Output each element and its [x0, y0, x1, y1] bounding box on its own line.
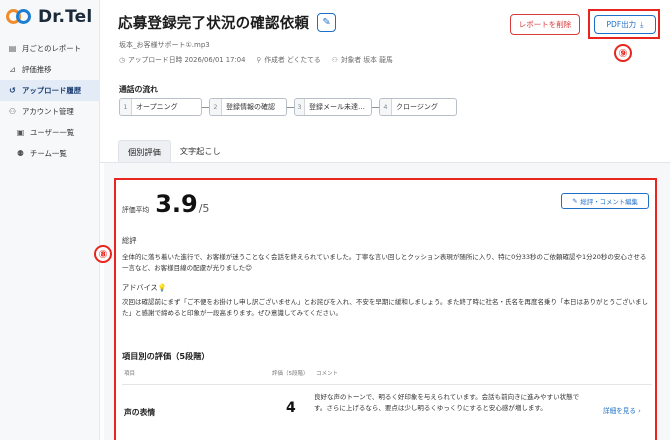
logo-icon	[6, 8, 34, 26]
brand-logo[interactable]: Dr.Tel	[6, 7, 92, 27]
document-icon: ▤	[8, 44, 17, 53]
flow-step[interactable]: 2 登録情報の確認	[209, 98, 287, 116]
summary-label: 総評	[122, 236, 137, 245]
tab-transcript[interactable]: 文字起こし	[171, 140, 230, 162]
sidebar-item-team-list[interactable]: ⚉ チーム一覧	[0, 143, 100, 164]
flow-step-number: 2	[210, 99, 222, 115]
sidebar-nav: ▤ 月ごとのレポート ⊿ 評価推移 ↺ アップロード履歴 ⚇ アカウント管理 ▣…	[0, 38, 100, 164]
target-person: ⚇ 対象者 坂本 龍馬	[331, 56, 393, 64]
sidebar-item-evaluation-trend[interactable]: ⊿ 評価推移	[0, 59, 100, 80]
title-row: 応募登録完了状況の確認依頼 ✎	[118, 12, 337, 33]
flow-step-number: 4	[380, 99, 392, 115]
sidebar-item-upload-history[interactable]: ↺ アップロード履歴	[0, 80, 100, 101]
sidebar-item-account-management[interactable]: ⚇ アカウント管理	[0, 101, 100, 122]
page-title: 応募登録完了状況の確認依頼	[118, 16, 310, 32]
sidebar-item-label: ユーザー一覧	[30, 128, 75, 137]
chart-icon: ⊿	[9, 65, 16, 74]
evaluation-panel: 評価平均 3.9 /5 ✎ 総評・コメント編集 総評 全体的に落ち着いた進行で、…	[114, 178, 657, 440]
report-meta: ◷ アップロード日時 2026/06/01 17:04 ⚲ 作成者 どくたてる ⚇ 対…	[119, 54, 393, 64]
person-icon: ⚲	[256, 56, 262, 64]
sidebar-item-label: アカウント管理	[22, 107, 74, 116]
user-card-icon: ▣	[16, 128, 25, 137]
history-icon: ↺	[9, 86, 16, 95]
sidebar-item-label: アップロード履歴	[22, 86, 82, 95]
pencil-icon: ✎	[322, 17, 331, 28]
flow-step-number: 1	[120, 99, 132, 115]
flow-step-label: オープニング	[136, 103, 178, 111]
flow-step[interactable]: 3 登録メール未達…	[294, 98, 372, 116]
view-details-link[interactable]: 詳細を見る ›	[603, 405, 641, 415]
annotation-badge-8: ⑧	[94, 245, 112, 263]
download-icon: ⤓	[640, 19, 644, 29]
flow-step-label: 登録メール未達…	[309, 103, 365, 111]
table-header-divider	[122, 384, 652, 385]
flow-step[interactable]: 1 オープニング	[119, 98, 202, 116]
advice-label: アドバイス💡	[122, 283, 167, 292]
team-icon: ⚉	[16, 149, 25, 158]
sidebar-item-user-list[interactable]: ▣ ユーザー一覧	[0, 122, 100, 143]
table-row-item-name: 声の表情	[124, 408, 156, 417]
average-value: 3.9	[155, 190, 198, 218]
average-score: 評価平均 3.9 /5	[122, 190, 209, 218]
edit-comment-button[interactable]: ✎ 総評・コメント編集	[561, 193, 649, 209]
target-person-icon: ⚇	[331, 56, 338, 64]
pdf-export-label: PDF出力	[606, 20, 637, 29]
flow-connector	[372, 106, 379, 108]
pdf-highlight-box: PDF出力 ⤓	[588, 9, 660, 39]
audio-filename: 坂本_お客様サポート①.mp3	[119, 41, 210, 49]
average-label: 評価平均	[122, 206, 150, 214]
sidebar-item-label: 評価推移	[22, 65, 52, 74]
annotation-badge-9: ⑨	[614, 44, 632, 62]
delete-report-button[interactable]: レポートを削除	[510, 14, 580, 35]
report-tabs: 個別評価 文字起こし	[118, 140, 230, 162]
sidebar-item-monthly-report[interactable]: ▤ 月ごとのレポート	[0, 38, 100, 59]
call-flow-title: 通話の流れ	[119, 85, 158, 94]
table-row-score: 4	[286, 400, 296, 416]
flow-step[interactable]: 4 クロージング	[379, 98, 457, 116]
flow-step-label: 登録情報の確認	[226, 103, 275, 111]
flow-connector	[202, 106, 209, 108]
sidebar-item-label: チーム一覧	[30, 149, 67, 158]
clock-icon: ◷	[119, 56, 125, 64]
column-header-comment: コメント	[316, 371, 339, 377]
sidebar-item-label: 月ごとのレポート	[22, 44, 82, 53]
flow-connector	[287, 106, 294, 108]
call-flow: 1 オープニング 2 登録情報の確認 3 登録メール未達… 4 クロージング	[119, 98, 457, 116]
upload-datetime: ◷ アップロード日時 2026/06/01 17:04	[119, 56, 246, 64]
edit-comment-label: 総評・コメント編集	[580, 197, 638, 206]
column-header-item: 項目	[124, 371, 136, 377]
author: ⚲ 作成者 どくたてる	[256, 56, 321, 64]
column-header-score: 評価（5段階）	[272, 371, 309, 377]
users-icon: ⚇	[8, 107, 17, 116]
advice-text: 次回は確認前にまず「ご不便をお掛けし申し訳ございません」とお詫びを入れ、不安を早…	[122, 298, 648, 317]
summary-text: 全体的に落ち着いた進行で、お客様が迷うことなく会話を終えられていました。丁寧な言…	[122, 253, 647, 272]
tab-individual-evaluation[interactable]: 個別評価	[118, 140, 171, 162]
item-evaluation-title: 項目別の評価（5段階）	[122, 351, 210, 361]
pdf-export-button[interactable]: PDF出力 ⤓	[594, 15, 656, 34]
pencil-icon: ✎	[572, 197, 578, 205]
average-max: /5	[198, 202, 210, 215]
sidebar: Dr.Tel ▤ 月ごとのレポート ⊿ 評価推移 ↺ アップロード履歴 ⚇ アカ…	[0, 0, 100, 440]
edit-title-button[interactable]: ✎	[317, 13, 337, 32]
flow-step-number: 3	[295, 99, 305, 115]
table-row-comment: 良好な声のトーンで、明るく好印象を与えられています。会話も前向きに進みやすい状態…	[314, 393, 580, 412]
flow-step-label: クロージング	[396, 103, 438, 111]
brand-name: Dr.Tel	[38, 7, 93, 27]
